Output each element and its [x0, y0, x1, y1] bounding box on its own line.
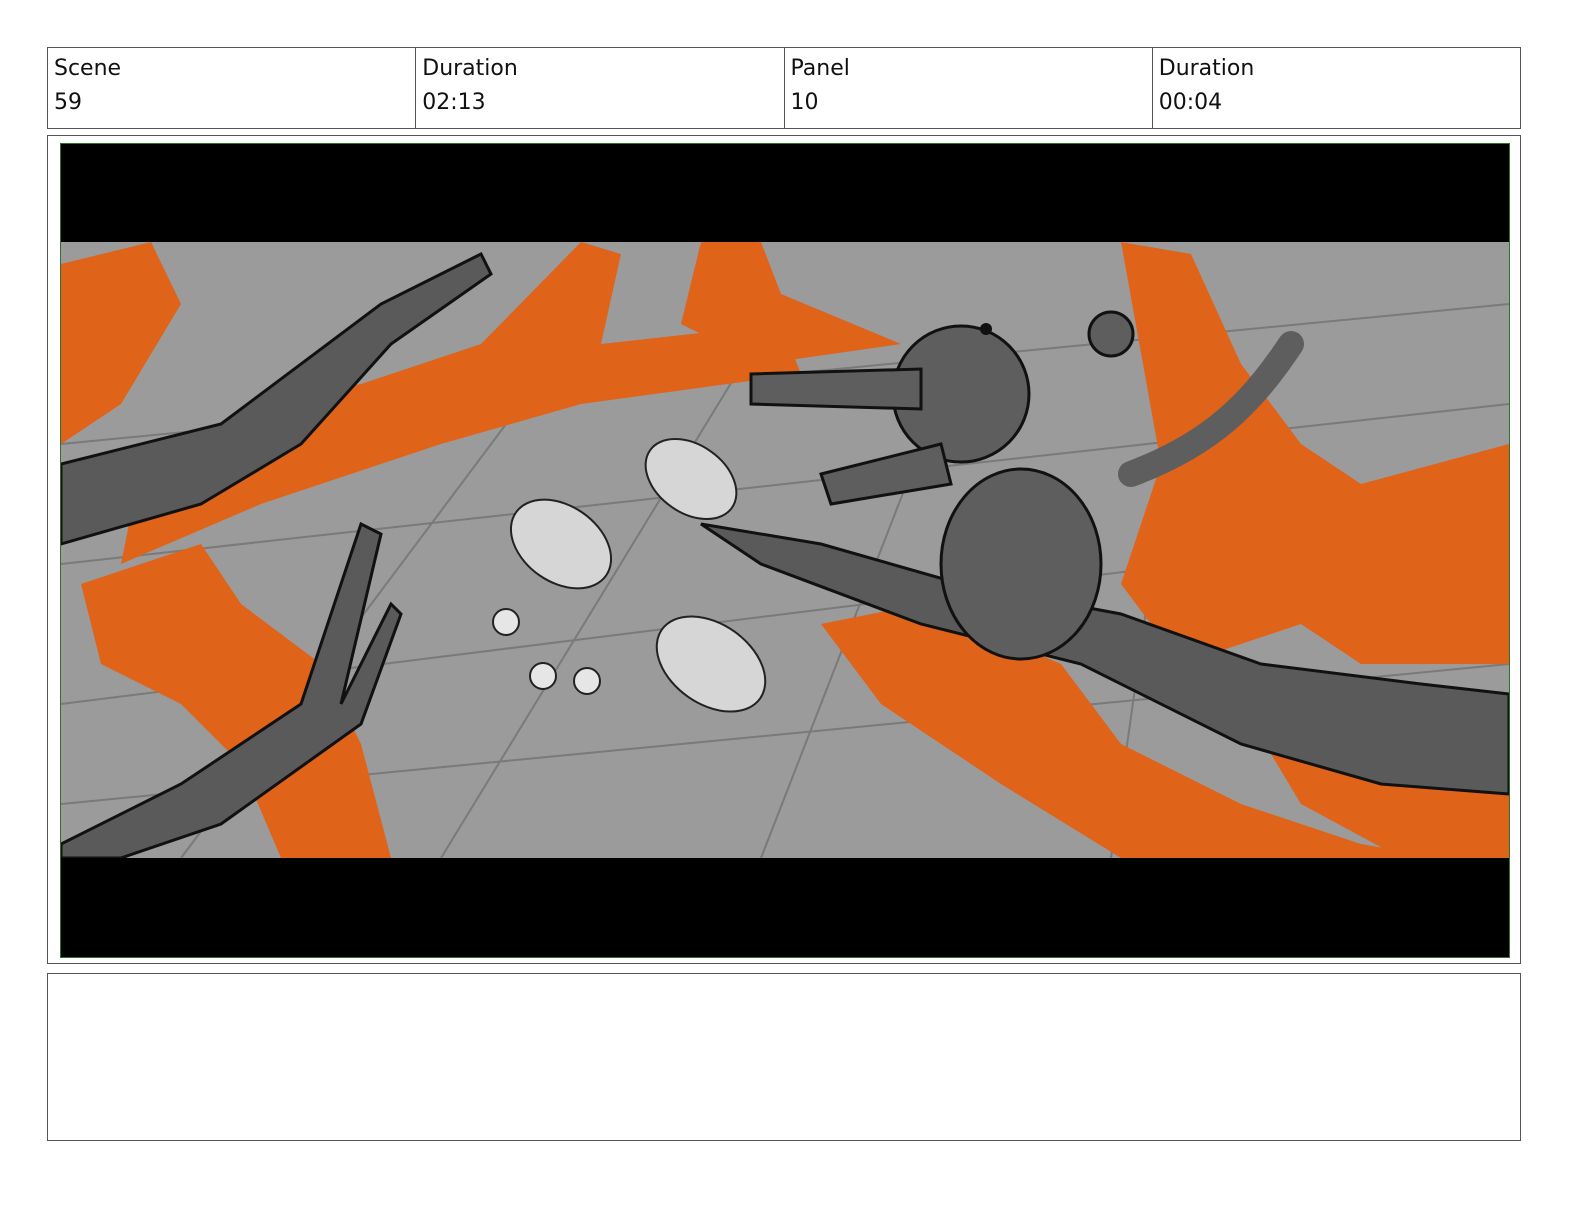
storyboard-sketch-illustration — [61, 144, 1509, 957]
scene-area — [61, 242, 1509, 860]
letterbox-top — [61, 144, 1509, 242]
scene-value: 59 — [54, 90, 82, 115]
letterbox-bottom — [61, 858, 1509, 957]
panel-cell: Panel 10 — [785, 48, 1153, 128]
scene-duration-value: 02:13 — [422, 90, 486, 115]
scene-duration-cell: Duration 02:13 — [416, 48, 785, 128]
panel-info-table: Scene 59 Duration 02:13 Panel 10 Duratio… — [47, 47, 1521, 129]
panel-value: 10 — [790, 90, 819, 115]
panel-duration-label: Duration — [1158, 56, 1255, 81]
panel-label: Panel — [790, 56, 850, 81]
storyboard-image-frame — [47, 135, 1521, 964]
scene-cell: Scene 59 — [48, 48, 417, 128]
scene-duration-label: Duration — [422, 56, 518, 81]
scene-label: Scene — [54, 56, 122, 81]
panel-duration-value: 00:04 — [1158, 90, 1223, 115]
storyboard-panel-art — [60, 143, 1510, 958]
panel-notes-box[interactable] — [47, 973, 1521, 1141]
panel-duration-cell: Duration 00:04 — [1153, 48, 1520, 128]
